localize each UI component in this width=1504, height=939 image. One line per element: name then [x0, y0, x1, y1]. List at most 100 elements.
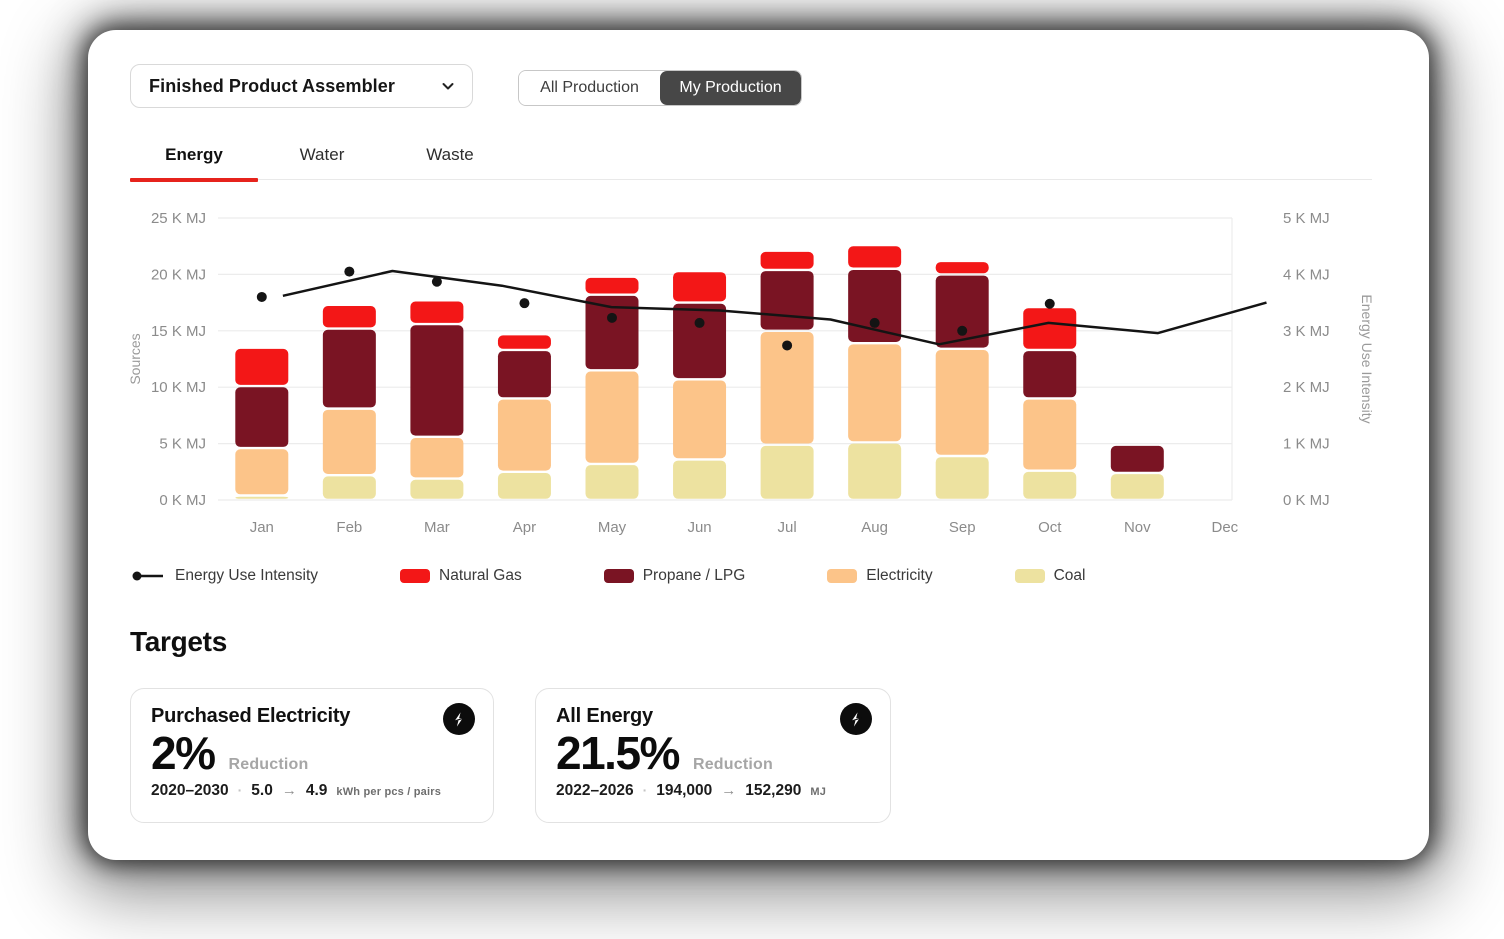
target-reduction-label: Reduction: [228, 756, 308, 774]
legend-item-natural-gas[interactable]: Natural Gas: [400, 567, 522, 585]
bar-segment-propane-lpg[interactable]: [235, 387, 288, 447]
bar-segment-propane-lpg[interactable]: [498, 351, 551, 397]
bar-segment-propane-lpg[interactable]: [1023, 351, 1076, 397]
bar-segment-coal[interactable]: [323, 476, 376, 498]
bar-segment-electricity[interactable]: [848, 344, 901, 441]
bar-segment-propane-lpg[interactable]: [323, 330, 376, 408]
bar-segment-coal[interactable]: [1023, 472, 1076, 499]
assembler-dropdown[interactable]: Finished Product Assembler: [130, 64, 473, 108]
right-axis-tick-label: 0 K MJ: [1283, 492, 1330, 509]
bar-segment-coal[interactable]: [498, 473, 551, 499]
lightning-bolt-icon: [840, 703, 872, 735]
target-card[interactable]: Purchased Electricity 2% Reduction 2020–…: [130, 688, 494, 823]
target-card-title: All Energy: [556, 705, 870, 728]
legend-item-propane-lpg[interactable]: Propane / LPG: [604, 567, 746, 585]
left-axis-tick-label: 5 K MJ: [159, 436, 206, 453]
bar-segment-natural-gas[interactable]: [936, 262, 989, 273]
legend-swatch-icon: [1015, 569, 1045, 583]
left-axis-tick-label: 15 K MJ: [151, 323, 206, 340]
tab-water[interactable]: Water: [258, 130, 386, 179]
separator-dot: ·: [238, 782, 243, 798]
toggle-my-production[interactable]: My Production: [660, 71, 801, 105]
bar-segment-propane-lpg[interactable]: [761, 271, 814, 330]
bar-segment-natural-gas[interactable]: [498, 335, 551, 348]
bar-segment-coal[interactable]: [1111, 474, 1164, 499]
bar-segment-electricity[interactable]: [323, 410, 376, 474]
bar-segment-coal[interactable]: [673, 461, 726, 499]
bar-segment-propane-lpg[interactable]: [410, 325, 463, 435]
left-axis-tick-label: 25 K MJ: [151, 210, 206, 227]
month-label: Feb: [336, 519, 362, 536]
energy-use-intensity-dot: [782, 340, 792, 350]
bar-segment-propane-lpg[interactable]: [673, 304, 726, 378]
tab-waste[interactable]: Waste: [386, 130, 514, 179]
bar-segment-electricity[interactable]: [673, 381, 726, 459]
target-year-range: 2022–2026: [556, 782, 634, 800]
legend-swatch-icon: [400, 569, 430, 583]
target-card[interactable]: All Energy 21.5% Reduction 2022–2026 · 1…: [535, 688, 891, 823]
bar-segment-electricity[interactable]: [498, 400, 551, 471]
target-unit: kWh per pcs / pairs: [336, 786, 441, 798]
production-toggle: All Production My Production: [518, 70, 802, 106]
energy-use-intensity-dot: [870, 318, 880, 328]
month-label: Dec: [1212, 519, 1239, 536]
right-axis-title: Energy Use Intensity: [1359, 294, 1375, 423]
bar-segment-natural-gas[interactable]: [586, 278, 639, 294]
energy-use-intensity-dot: [957, 326, 967, 336]
target-reduction-label: Reduction: [693, 756, 773, 774]
legend-item-energy-use-intensity[interactable]: Energy Use Intensity: [130, 567, 318, 585]
legend-label: Propane / LPG: [643, 567, 746, 585]
month-label: Sep: [949, 519, 976, 536]
target-unit: MJ: [810, 786, 826, 798]
bar-segment-coal[interactable]: [936, 457, 989, 499]
right-axis-tick-label: 3 K MJ: [1283, 323, 1330, 340]
energy-chart: 0 K MJ 5 K MJ 10 K MJ 15 K MJ 20 K MJ 25 K MJ…: [130, 200, 1384, 550]
bar-segment-coal[interactable]: [586, 465, 639, 499]
targets-heading: Targets: [130, 626, 227, 658]
legend-item-electricity[interactable]: Electricity: [827, 567, 932, 585]
left-axis-title: Sources: [130, 333, 143, 384]
bar-segment-electricity[interactable]: [235, 449, 288, 494]
left-axis-tick-label: 20 K MJ: [151, 266, 206, 283]
legend-item-coal[interactable]: Coal: [1015, 567, 1086, 585]
energy-use-intensity-dot: [257, 292, 267, 302]
energy-use-intensity-dot: [1045, 299, 1055, 309]
bar-segment-coal[interactable]: [410, 480, 463, 499]
chevron-down-icon: [440, 78, 456, 94]
legend-swatch-icon: [604, 569, 634, 583]
tab-energy[interactable]: Energy: [130, 130, 258, 179]
bar-segment-propane-lpg[interactable]: [848, 270, 901, 342]
left-axis-tick-label: 0 K MJ: [159, 492, 206, 509]
target-card-title: Purchased Electricity: [151, 705, 473, 728]
bar-segment-electricity[interactable]: [1023, 400, 1076, 470]
bar-segment-propane-lpg[interactable]: [1111, 446, 1164, 472]
bar-segment-electricity[interactable]: [586, 371, 639, 462]
toggle-all-production[interactable]: All Production: [519, 71, 660, 105]
bar-segment-natural-gas[interactable]: [323, 306, 376, 327]
bar-segment-natural-gas[interactable]: [761, 252, 814, 269]
target-percent: 21.5%: [556, 729, 679, 777]
month-label: Jan: [250, 519, 274, 536]
target-to-value: 4.9: [306, 782, 328, 800]
target-from-value: 194,000: [656, 782, 712, 800]
month-label: Aug: [861, 519, 888, 536]
bar-segment-coal[interactable]: [848, 444, 901, 499]
arrow-right-icon: →: [282, 782, 297, 799]
left-axis-tick-label: 10 K MJ: [151, 379, 206, 396]
bar-segment-natural-gas[interactable]: [673, 272, 726, 301]
legend-label: Natural Gas: [439, 567, 522, 585]
target-percent: 2%: [151, 729, 214, 777]
bar-segment-electricity[interactable]: [410, 438, 463, 477]
energy-use-intensity-dot: [432, 277, 442, 287]
assembler-dropdown-label: Finished Product Assembler: [149, 76, 395, 97]
bar-segment-natural-gas[interactable]: [848, 246, 901, 267]
bar-segment-coal[interactable]: [761, 446, 814, 499]
legend-line-icon: [130, 570, 166, 582]
target-year-range: 2020–2030: [151, 782, 229, 800]
bar-segment-natural-gas[interactable]: [1023, 308, 1076, 348]
bar-segment-electricity[interactable]: [936, 350, 989, 455]
tab-bar: Energy Water Waste: [130, 130, 1372, 180]
bar-segment-coal[interactable]: [235, 497, 288, 499]
bar-segment-natural-gas[interactable]: [235, 349, 288, 385]
bar-segment-natural-gas[interactable]: [410, 302, 463, 323]
